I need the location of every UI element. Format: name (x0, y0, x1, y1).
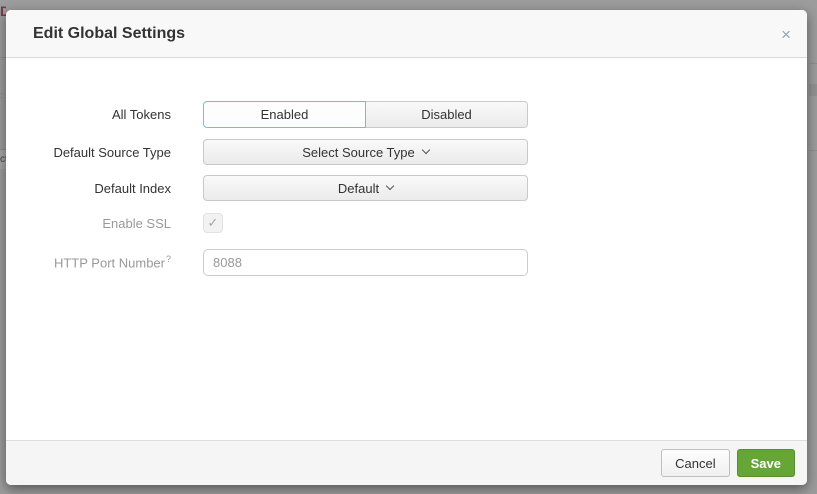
http-port-input (203, 249, 528, 276)
enabled-button[interactable]: Enabled (203, 101, 366, 128)
default-source-type-label: Default Source Type (6, 145, 171, 160)
default-index-label: Default Index (6, 181, 171, 196)
http-port-label: HTTP Port Number? (6, 254, 171, 270)
chevron-down-icon (386, 182, 394, 190)
help-icon: ? (166, 254, 171, 264)
save-button[interactable]: Save (737, 449, 795, 477)
backdrop-divider (809, 63, 817, 64)
source-type-dropdown[interactable]: Select Source Type (203, 139, 528, 165)
enable-ssl-label: Enable SSL (6, 216, 171, 231)
default-index-dropdown-value: Default (338, 181, 379, 196)
disabled-button[interactable]: Disabled (366, 101, 528, 128)
dialog-footer: Cancel Save (6, 440, 807, 485)
default-index-dropdown[interactable]: Default (203, 175, 528, 201)
dialog-title: Edit Global Settings (33, 25, 185, 43)
all-tokens-toggle: Enabled Disabled (203, 101, 528, 128)
enable-ssl-checkbox: ✓ (203, 213, 223, 233)
form-row-all-tokens: All Tokens Enabled Disabled (6, 101, 807, 128)
backdrop-patch (809, 84, 817, 96)
screen-overlay: DI : . cti Edit Global Settings × All To… (0, 0, 817, 494)
close-icon[interactable]: × (781, 10, 791, 58)
form-row-enable-ssl: Enable SSL ✓ (6, 213, 807, 233)
check-icon: ✓ (208, 215, 219, 231)
form-row-default-index: Default Index Default (6, 175, 807, 201)
all-tokens-label: All Tokens (6, 107, 171, 122)
dialog-header: Edit Global Settings × (6, 10, 807, 58)
dialog-body: All Tokens Enabled Disabled Default Sour… (6, 58, 807, 276)
form-row-default-source-type: Default Source Type Select Source Type (6, 139, 807, 165)
edit-global-settings-dialog: Edit Global Settings × All Tokens Enable… (6, 10, 807, 485)
http-port-label-text: HTTP Port Number (54, 256, 165, 271)
backdrop-divider (809, 150, 817, 151)
source-type-dropdown-value: Select Source Type (302, 145, 415, 160)
cancel-button[interactable]: Cancel (661, 449, 729, 477)
chevron-down-icon (422, 146, 430, 154)
form-row-http-port: HTTP Port Number? (6, 249, 807, 276)
